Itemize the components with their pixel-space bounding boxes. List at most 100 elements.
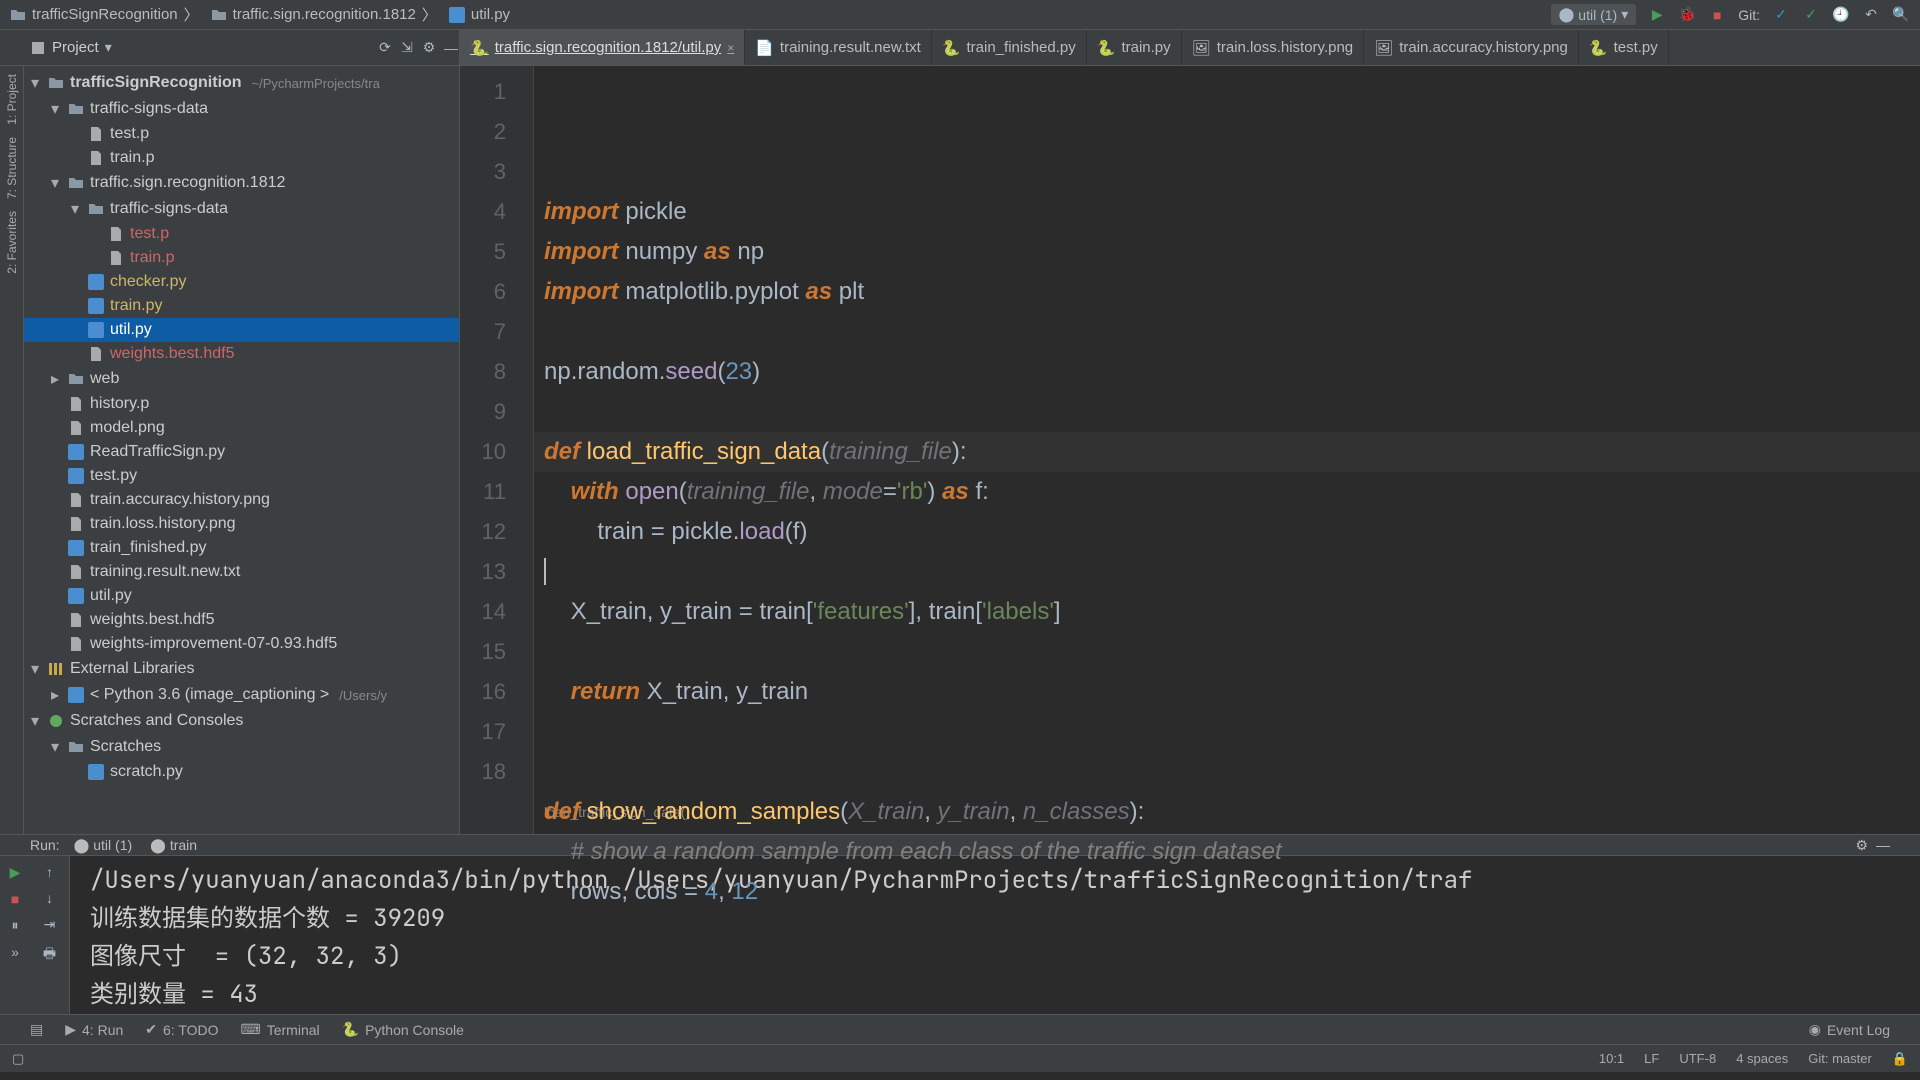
tree-row[interactable]: util.py bbox=[24, 584, 459, 608]
tree-row[interactable]: scratch.py bbox=[24, 760, 459, 784]
down-stack-button[interactable]: ↓ bbox=[46, 890, 53, 906]
tree-row[interactable]: ▾Scratches and Consoles bbox=[24, 708, 459, 734]
tree-row[interactable]: train.p bbox=[24, 146, 459, 170]
editor-tab[interactable]: 🐍test.py bbox=[1579, 30, 1669, 65]
up-stack-button[interactable]: ↑ bbox=[46, 864, 53, 880]
breadcrumb-folder[interactable]: traffic.sign.recognition.1812 〉 bbox=[211, 4, 437, 25]
more-button[interactable]: » bbox=[11, 944, 19, 960]
run-config-label: util (1) bbox=[1578, 7, 1617, 23]
tab-label: train_finished.py bbox=[967, 39, 1076, 56]
hide-button[interactable]: — bbox=[443, 40, 459, 56]
tree-row[interactable]: history.p bbox=[24, 392, 459, 416]
chevron-down-icon[interactable]: ▾ bbox=[105, 39, 112, 56]
tree-row[interactable]: ▸web bbox=[24, 366, 459, 392]
file-icon bbox=[68, 564, 84, 580]
editor-tab[interactable]: 🐍train.py bbox=[1087, 30, 1182, 65]
run-tab[interactable]: ⬤train bbox=[150, 837, 197, 854]
tree-row[interactable]: test.py bbox=[24, 464, 459, 488]
search-everywhere-button[interactable]: 🔍 bbox=[1892, 6, 1910, 24]
editor-tab[interactable]: 🖼train.accuracy.history.png bbox=[1364, 30, 1579, 65]
tree-row[interactable]: train.accuracy.history.png bbox=[24, 488, 459, 512]
settings-button[interactable]: ⚙ bbox=[421, 40, 437, 56]
tree-row[interactable]: ReadTrafficSign.py bbox=[24, 440, 459, 464]
lock-icon[interactable]: 🔒 bbox=[1892, 1051, 1908, 1067]
tree-row[interactable]: ▾Scratches bbox=[24, 734, 459, 760]
messages-button[interactable]: ▤ bbox=[30, 1021, 43, 1038]
folder-icon bbox=[68, 101, 84, 117]
tab-label: train.loss.history.png bbox=[1217, 39, 1353, 56]
run-tab-label: util (1) bbox=[93, 837, 132, 853]
python-file-icon bbox=[88, 274, 104, 290]
editor-tab[interactable]: 📄training.result.new.txt bbox=[745, 30, 932, 65]
rerun-button[interactable]: ▶ bbox=[10, 864, 21, 881]
editor-tab[interactable]: 🖼train.loss.history.png bbox=[1182, 30, 1365, 65]
tree-row[interactable]: train.p bbox=[24, 246, 459, 270]
tree-item-label: ReadTrafficSign.py bbox=[90, 443, 225, 461]
tree-item-label: test.p bbox=[110, 125, 149, 143]
git-commit-button[interactable]: ✓ bbox=[1802, 6, 1820, 24]
status-line-separator[interactable]: LF bbox=[1644, 1051, 1659, 1067]
tree-row[interactable]: train.py bbox=[24, 294, 459, 318]
tree-row[interactable]: ▾traffic-signs-data bbox=[24, 96, 459, 122]
tool-tab-terminal[interactable]: ⌨Terminal bbox=[241, 1021, 320, 1038]
print-button[interactable]: 🖶 bbox=[43, 943, 56, 967]
file-icon bbox=[88, 346, 104, 362]
status-cursor-position[interactable]: 10:1 bbox=[1599, 1051, 1624, 1067]
tree-row[interactable]: weights.best.hdf5 bbox=[24, 342, 459, 366]
file-icon bbox=[88, 150, 104, 166]
refresh-button[interactable]: ⟳ bbox=[377, 40, 393, 56]
tree-row[interactable]: train_finished.py bbox=[24, 536, 459, 560]
debug-button[interactable]: 🐞 bbox=[1678, 6, 1696, 24]
tool-tab-todo[interactable]: ✔6: TODO bbox=[145, 1021, 218, 1038]
tree-row[interactable]: ▾External Libraries bbox=[24, 656, 459, 682]
status-icon[interactable]: ▢ bbox=[12, 1051, 24, 1067]
git-history-button[interactable]: 🕘 bbox=[1832, 6, 1850, 24]
stop-run-button[interactable]: ■ bbox=[11, 891, 19, 907]
editor-tab[interactable]: 🐍traffic.sign.recognition.1812/util.py× bbox=[460, 30, 745, 65]
tree-row[interactable]: checker.py bbox=[24, 270, 459, 294]
fold-column[interactable] bbox=[516, 66, 534, 834]
code-editor[interactable]: 123456789101112131415161718 import pickl… bbox=[460, 66, 1920, 834]
project-panel-header: Project ▾ ⟳ ⇲ ⚙ — bbox=[0, 30, 460, 65]
tool-tab-project[interactable]: 1: Project bbox=[5, 74, 19, 125]
status-indent[interactable]: 4 spaces bbox=[1736, 1051, 1788, 1067]
tool-tab-favorites[interactable]: 2: Favorites bbox=[5, 211, 19, 274]
breadcrumb-project[interactable]: trafficSignRecognition 〉 bbox=[10, 4, 199, 25]
stop-button[interactable]: ■ bbox=[1708, 6, 1726, 24]
project-panel-title: Project bbox=[52, 39, 99, 56]
tree-item-label: test.py bbox=[90, 467, 137, 485]
tool-tab-run[interactable]: ▶4: Run bbox=[65, 1021, 123, 1038]
tree-row[interactable]: train.loss.history.png bbox=[24, 512, 459, 536]
collapse-all-button[interactable]: ⇲ bbox=[399, 40, 415, 56]
editor-tab[interactable]: 🐍train_finished.py bbox=[932, 30, 1087, 65]
tree-row[interactable]: test.p bbox=[24, 222, 459, 246]
run-tab[interactable]: ⬤util (1) bbox=[74, 837, 133, 854]
tree-row[interactable]: ▸< Python 3.6 (image_captioning >/Users/… bbox=[24, 682, 459, 708]
wrap-button[interactable]: ⇥ bbox=[44, 916, 56, 933]
git-revert-button[interactable]: ↶ bbox=[1862, 6, 1880, 24]
pause-button[interactable]: ⏸ bbox=[12, 917, 19, 934]
tree-row-root[interactable]: ▾trafficSignRecognition~/PycharmProjects… bbox=[24, 70, 459, 96]
run-button[interactable]: ▶ bbox=[1648, 6, 1666, 24]
tree-row[interactable]: weights.best.hdf5 bbox=[24, 608, 459, 632]
tree-row[interactable]: weights-improvement-07-0.93.hdf5 bbox=[24, 632, 459, 656]
project-tree[interactable]: ▾trafficSignRecognition~/PycharmProjects… bbox=[24, 66, 460, 834]
tree-row[interactable]: ▾traffic.sign.recognition.1812 bbox=[24, 170, 459, 196]
tree-row[interactable]: model.png bbox=[24, 416, 459, 440]
git-update-button[interactable]: ✓ bbox=[1772, 6, 1790, 24]
tool-tab-python-console[interactable]: 🐍Python Console bbox=[342, 1021, 464, 1038]
tree-row[interactable]: training.result.new.txt bbox=[24, 560, 459, 584]
tree-row[interactable]: ▾traffic-signs-data bbox=[24, 196, 459, 222]
run-configuration-selector[interactable]: ⬤ util (1) ▾ bbox=[1551, 4, 1637, 25]
status-encoding[interactable]: UTF-8 bbox=[1679, 1051, 1716, 1067]
code-area[interactable]: import pickleimport numpy as npimport ma… bbox=[534, 66, 1920, 834]
close-tab-button[interactable]: × bbox=[727, 41, 734, 55]
tree-row[interactable]: test.p bbox=[24, 122, 459, 146]
tool-tab-structure[interactable]: 7: Structure bbox=[5, 137, 19, 199]
status-git-branch[interactable]: Git: master bbox=[1808, 1051, 1872, 1067]
line-number-gutter[interactable]: 123456789101112131415161718 bbox=[460, 66, 516, 834]
breadcrumb-file[interactable]: util.py bbox=[449, 6, 510, 23]
tree-item-label: External Libraries bbox=[70, 660, 195, 678]
tree-row[interactable]: util.py bbox=[24, 318, 459, 342]
tree-item-label: train.accuracy.history.png bbox=[90, 491, 270, 509]
